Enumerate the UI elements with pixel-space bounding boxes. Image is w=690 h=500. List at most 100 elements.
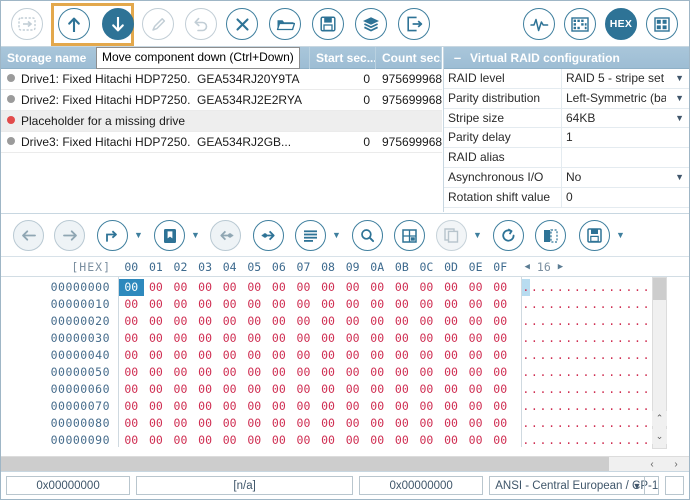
raid-level-select[interactable]: RAID 5 - stripe set ▼	[562, 69, 689, 88]
ascii-char-cell[interactable]: .	[556, 347, 565, 364]
ascii-char-cell[interactable]: .	[616, 313, 625, 330]
hex-byte-cell[interactable]: 00	[144, 364, 169, 381]
ascii-char-cell[interactable]: .	[582, 398, 591, 415]
ascii-char-cell[interactable]: .	[625, 313, 634, 330]
hex-byte-cell[interactable]: 00	[291, 398, 316, 415]
hex-byte-cell[interactable]: 00	[316, 330, 341, 347]
ascii-char-cell[interactable]: .	[582, 432, 591, 449]
chevron-down-icon[interactable]: ▼	[675, 168, 684, 187]
prev-bookmark-icon[interactable]	[210, 220, 241, 251]
hex-byte-cell[interactable]: 00	[267, 432, 292, 449]
ascii-char-cell[interactable]: .	[625, 381, 634, 398]
ascii-char-cell[interactable]: .	[625, 296, 634, 313]
ascii-char-cell[interactable]: .	[539, 432, 548, 449]
ascii-char-cell[interactable]: .	[642, 313, 651, 330]
scroll-left-icon[interactable]: ‹	[641, 457, 663, 471]
hex-byte-cell[interactable]: 00	[340, 347, 365, 364]
hex-byte-cell[interactable]: 00	[168, 347, 193, 364]
ascii-char-cell[interactable]: .	[642, 381, 651, 398]
hex-byte-cell[interactable]: 00	[119, 415, 144, 432]
hex-byte-cell[interactable]: 00	[365, 415, 390, 432]
ascii-char-cell[interactable]: .	[522, 381, 531, 398]
layers-icon[interactable]	[355, 8, 387, 40]
ascii-char-cell[interactable]: .	[633, 432, 642, 449]
hex-byte-cell[interactable]: 00	[365, 432, 390, 449]
column-header-count-sectors[interactable]: Count sec...	[376, 47, 442, 69]
hex-byte-cell[interactable]: 00	[217, 347, 242, 364]
ascii-char-cell[interactable]: .	[539, 296, 548, 313]
hex-byte-cell[interactable]: 00	[340, 364, 365, 381]
hex-byte-cell[interactable]: 00	[316, 398, 341, 415]
ascii-char-cell[interactable]: .	[582, 296, 591, 313]
hex-byte-cell[interactable]: 00	[414, 296, 439, 313]
refresh-icon[interactable]	[493, 220, 524, 251]
hex-byte-cell[interactable]: 00	[463, 347, 488, 364]
ascii-char-cell[interactable]: .	[547, 398, 556, 415]
panels-icon[interactable]	[646, 8, 678, 40]
ascii-char-cell[interactable]: .	[564, 313, 573, 330]
hex-byte-cell[interactable]: 00	[291, 364, 316, 381]
move-up-icon[interactable]	[58, 8, 90, 40]
ascii-char-cell[interactable]: .	[616, 398, 625, 415]
hex-byte-cell[interactable]: 00	[217, 330, 242, 347]
increase-bpr-icon[interactable]: ▶	[558, 262, 563, 272]
export-icon[interactable]	[398, 8, 430, 40]
hex-byte-cell[interactable]: 00	[267, 313, 292, 330]
ascii-char-cell[interactable]: .	[625, 432, 634, 449]
hex-byte-cell[interactable]: 00	[193, 347, 218, 364]
ascii-char-cell[interactable]: .	[607, 296, 616, 313]
link-components-icon[interactable]	[11, 8, 43, 40]
ascii-char-cell[interactable]: .	[530, 364, 539, 381]
hex-byte-cell[interactable]: 00	[193, 313, 218, 330]
ascii-char-cell[interactable]: .	[530, 279, 539, 296]
ascii-char-cell[interactable]: .	[616, 415, 625, 432]
ascii-char-cell[interactable]: .	[616, 381, 625, 398]
ascii-char-cell[interactable]: .	[547, 330, 556, 347]
hex-byte-cell[interactable]: 00	[267, 415, 292, 432]
ascii-char-cell[interactable]: .	[633, 296, 642, 313]
hex-byte-cell[interactable]: 00	[340, 313, 365, 330]
hex-byte-cell[interactable]: 00	[463, 313, 488, 330]
ascii-char-cell[interactable]: .	[556, 364, 565, 381]
hex-byte-cell[interactable]: 00	[242, 279, 267, 296]
ascii-char-cell[interactable]: .	[582, 313, 591, 330]
ascii-char-cell[interactable]: .	[530, 398, 539, 415]
hex-byte-cell[interactable]: 00	[414, 330, 439, 347]
ascii-char-cell[interactable]: .	[530, 381, 539, 398]
ascii-char-cell[interactable]: .	[642, 296, 651, 313]
ascii-char-cell[interactable]: .	[530, 330, 539, 347]
ascii-char-cell[interactable]: .	[607, 279, 616, 296]
ascii-char-cell[interactable]: .	[573, 398, 582, 415]
ascii-char-cell[interactable]: .	[625, 415, 634, 432]
hex-byte-cell[interactable]: 00	[119, 313, 144, 330]
edit-pencil-icon[interactable]	[142, 8, 174, 40]
hex-byte-cell[interactable]: 00	[193, 279, 218, 296]
hex-byte-cell[interactable]: 00	[390, 381, 415, 398]
hex-byte-cell[interactable]: 00	[390, 330, 415, 347]
hex-byte-cell[interactable]: 00	[119, 398, 144, 415]
hex-byte-cell[interactable]: 00	[217, 381, 242, 398]
chevron-down-icon[interactable]: ▼	[675, 69, 684, 88]
hex-byte-cell[interactable]: 00	[390, 347, 415, 364]
hex-byte-cell[interactable]: 00	[439, 347, 464, 364]
hex-byte-cell[interactable]: 00	[267, 381, 292, 398]
ascii-char-cell[interactable]: .	[564, 381, 573, 398]
ascii-column[interactable]: ........................................…	[520, 277, 661, 449]
ascii-char-cell[interactable]: .	[607, 398, 616, 415]
asynchronous-io-select[interactable]: No ▼	[562, 168, 689, 187]
ascii-char-cell[interactable]: .	[633, 330, 642, 347]
collapse-icon[interactable]: –	[451, 51, 464, 64]
hex-byte-cell[interactable]: 00	[390, 279, 415, 296]
hex-byte-cell[interactable]: 00	[217, 432, 242, 449]
hex-byte-cell[interactable]: 00	[439, 415, 464, 432]
ascii-char-cell[interactable]: .	[633, 364, 642, 381]
hex-byte-cell[interactable]: 00	[267, 296, 292, 313]
status-offset-field[interactable]: 0x00000000	[6, 476, 131, 495]
hex-byte-cell[interactable]: 00	[488, 313, 513, 330]
bookmark-icon[interactable]	[154, 220, 185, 251]
hex-byte-cell[interactable]: 00	[291, 279, 316, 296]
hex-byte-cell[interactable]: 00	[390, 313, 415, 330]
hex-byte-cell[interactable]: 00	[340, 330, 365, 347]
hex-byte-cell[interactable]: 00	[439, 279, 464, 296]
ascii-char-cell[interactable]: .	[539, 347, 548, 364]
